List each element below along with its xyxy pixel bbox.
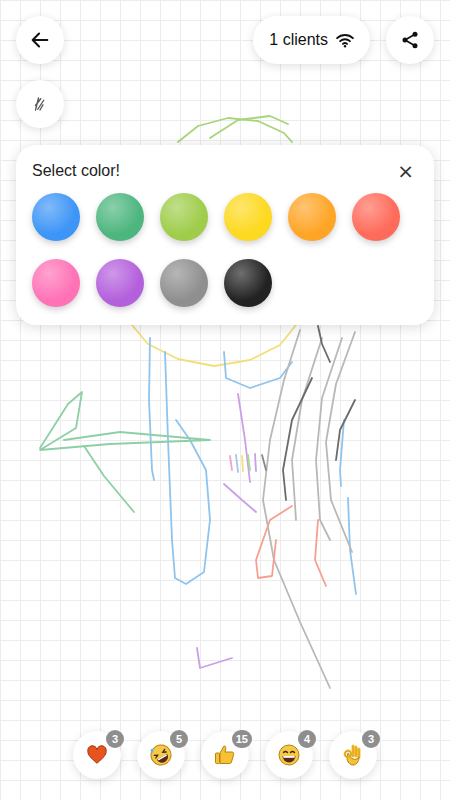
- stroke: [336, 400, 355, 460]
- stroke: [40, 392, 210, 450]
- thumbs-up-icon: [213, 743, 237, 767]
- grin-face-icon: [277, 743, 301, 767]
- ok-hand-icon: [341, 743, 365, 767]
- overlay: 1 clients Select color! × 3 5 15 4 3: [0, 0, 450, 800]
- color-swatch[interactable]: [160, 259, 208, 307]
- stroke: [238, 394, 250, 482]
- stroke: [224, 484, 256, 512]
- pen-tool-button[interactable]: [16, 80, 64, 128]
- stroke: [283, 378, 312, 500]
- stroke: [318, 326, 330, 362]
- stroke: [84, 446, 134, 512]
- color-swatch[interactable]: [32, 193, 80, 241]
- stroke: [262, 455, 266, 470]
- color-swatch[interactable]: [352, 193, 400, 241]
- reaction-count: 4: [298, 730, 316, 748]
- reaction-count: 15: [232, 730, 252, 748]
- drawing-canvas[interactable]: [0, 0, 450, 800]
- reaction-button[interactable]: 15: [201, 731, 249, 779]
- stroke: [248, 455, 250, 470]
- reaction-button[interactable]: 3: [73, 731, 121, 779]
- color-swatch[interactable]: [224, 193, 272, 241]
- color-swatches: [32, 193, 418, 307]
- color-swatch[interactable]: [32, 259, 80, 307]
- stroke: [210, 116, 288, 138]
- color-swatch[interactable]: [288, 193, 336, 241]
- color-swatch[interactable]: [160, 193, 208, 241]
- reaction-count: 3: [362, 730, 380, 748]
- reaction-button[interactable]: 4: [265, 731, 313, 779]
- share-button[interactable]: [386, 16, 434, 64]
- color-picker-header: Select color! ×: [32, 159, 418, 183]
- heart-icon: [86, 744, 108, 766]
- reaction-button[interactable]: 5: [137, 731, 185, 779]
- top-bar: 1 clients: [16, 16, 434, 64]
- rofl-face-icon: [149, 743, 173, 767]
- stroke: [256, 506, 292, 578]
- reaction-count: 5: [170, 730, 188, 748]
- reaction-count: 3: [106, 730, 124, 748]
- close-button[interactable]: ×: [393, 161, 418, 181]
- stroke: [165, 352, 210, 584]
- color-picker: Select color! ×: [16, 145, 434, 325]
- stroke: [326, 332, 355, 552]
- color-swatch[interactable]: [96, 259, 144, 307]
- stroke: [242, 456, 243, 471]
- back-button[interactable]: [16, 16, 64, 64]
- color-swatch[interactable]: [224, 259, 272, 307]
- connection-status: 1 clients: [253, 16, 370, 64]
- stroke: [197, 648, 232, 668]
- scribble-icon: [31, 95, 49, 113]
- reaction-bar: 3 5 15 4 3: [16, 731, 434, 779]
- stroke: [230, 456, 232, 470]
- whiteboard[interactable]: 1 clients Select color! × 3 5 15 4 3: [0, 0, 450, 800]
- reaction-button[interactable]: 3: [329, 731, 377, 779]
- stroke: [255, 454, 256, 471]
- stroke: [236, 455, 238, 472]
- stroke: [132, 325, 296, 366]
- share-nodes-icon: [400, 30, 420, 50]
- stroke: [315, 520, 326, 586]
- stroke: [224, 352, 292, 388]
- arrow-left-icon: [29, 29, 51, 51]
- stroke: [149, 338, 154, 480]
- color-picker-title: Select color!: [32, 162, 120, 180]
- top-right-group: 1 clients: [253, 16, 434, 64]
- clients-label: 1 clients: [269, 31, 328, 49]
- wifi-icon: [336, 32, 354, 48]
- color-swatch[interactable]: [96, 193, 144, 241]
